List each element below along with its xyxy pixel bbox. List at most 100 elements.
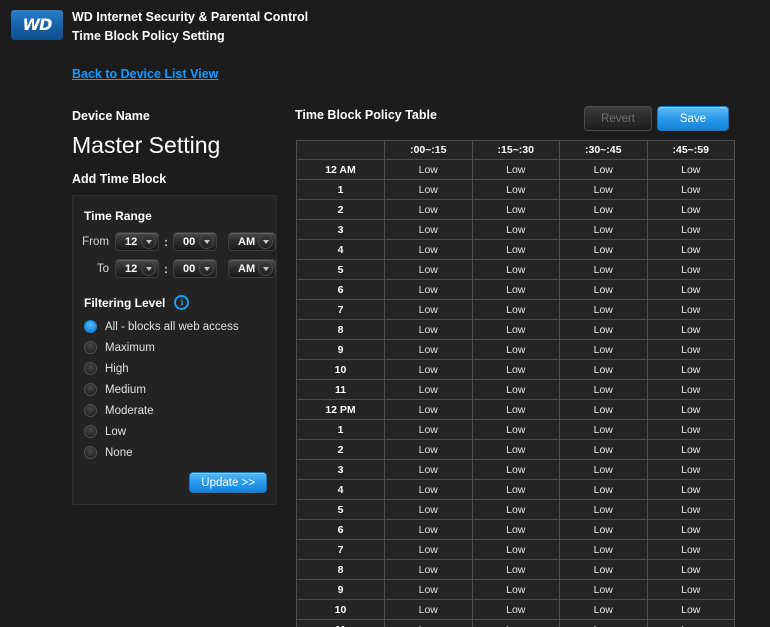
policy-cell[interactable]: Low bbox=[471, 379, 560, 400]
filtering-level-option-6[interactable]: None bbox=[84, 446, 276, 459]
policy-cell[interactable]: Low bbox=[384, 539, 473, 560]
policy-cell[interactable]: Low bbox=[559, 179, 648, 200]
policy-cell[interactable]: Low bbox=[559, 319, 648, 340]
policy-cell[interactable]: Low bbox=[384, 479, 473, 500]
policy-cell[interactable]: Low bbox=[471, 579, 560, 600]
policy-cell[interactable]: Low bbox=[646, 399, 735, 420]
policy-cell[interactable]: Low bbox=[559, 359, 648, 380]
policy-cell[interactable]: Low bbox=[646, 439, 735, 460]
policy-cell[interactable]: Low bbox=[559, 619, 648, 627]
policy-cell[interactable]: Low bbox=[471, 279, 560, 300]
policy-cell[interactable]: Low bbox=[646, 259, 735, 280]
from-meridiem-select[interactable]: AM bbox=[228, 232, 276, 251]
back-to-device-list-link[interactable]: Back to Device List View bbox=[72, 67, 218, 81]
policy-cell[interactable]: Low bbox=[559, 379, 648, 400]
policy-cell[interactable]: Low bbox=[384, 179, 473, 200]
policy-cell[interactable]: Low bbox=[646, 239, 735, 260]
policy-cell[interactable]: Low bbox=[559, 479, 648, 500]
policy-cell[interactable]: Low bbox=[559, 279, 648, 300]
policy-cell[interactable]: Low bbox=[384, 279, 473, 300]
policy-cell[interactable]: Low bbox=[559, 519, 648, 540]
filtering-level-option-4[interactable]: Moderate bbox=[84, 404, 276, 417]
policy-cell[interactable]: Low bbox=[384, 339, 473, 360]
policy-cell[interactable]: Low bbox=[646, 419, 735, 440]
policy-cell[interactable]: Low bbox=[646, 319, 735, 340]
radio-checked-icon[interactable] bbox=[84, 320, 97, 333]
policy-cell[interactable]: Low bbox=[646, 159, 735, 180]
policy-cell[interactable]: Low bbox=[471, 259, 560, 280]
radio-unchecked-icon[interactable] bbox=[84, 425, 97, 438]
policy-cell[interactable]: Low bbox=[646, 279, 735, 300]
filtering-level-option-2[interactable]: High bbox=[84, 362, 276, 375]
policy-cell[interactable]: Low bbox=[471, 459, 560, 480]
policy-cell[interactable]: Low bbox=[646, 459, 735, 480]
policy-cell[interactable]: Low bbox=[646, 359, 735, 380]
policy-cell[interactable]: Low bbox=[384, 359, 473, 380]
policy-cell[interactable]: Low bbox=[646, 299, 735, 320]
policy-cell[interactable]: Low bbox=[384, 459, 473, 480]
policy-cell[interactable]: Low bbox=[471, 239, 560, 260]
policy-cell[interactable]: Low bbox=[384, 399, 473, 420]
policy-cell[interactable]: Low bbox=[559, 599, 648, 620]
policy-cell[interactable]: Low bbox=[471, 539, 560, 560]
policy-cell[interactable]: Low bbox=[471, 299, 560, 320]
policy-cell[interactable]: Low bbox=[559, 419, 648, 440]
radio-unchecked-icon[interactable] bbox=[84, 362, 97, 375]
policy-cell[interactable]: Low bbox=[384, 559, 473, 580]
policy-cell[interactable]: Low bbox=[384, 499, 473, 520]
policy-cell[interactable]: Low bbox=[471, 339, 560, 360]
policy-cell[interactable]: Low bbox=[646, 199, 735, 220]
filtering-level-option-3[interactable]: Medium bbox=[84, 383, 276, 396]
policy-cell[interactable]: Low bbox=[471, 559, 560, 580]
policy-cell[interactable]: Low bbox=[559, 199, 648, 220]
policy-cell[interactable]: Low bbox=[646, 479, 735, 500]
revert-button[interactable]: Revert bbox=[584, 106, 652, 131]
policy-cell[interactable]: Low bbox=[559, 459, 648, 480]
policy-cell[interactable]: Low bbox=[471, 179, 560, 200]
policy-cell[interactable]: Low bbox=[471, 159, 560, 180]
save-button[interactable]: Save bbox=[657, 106, 729, 131]
policy-cell[interactable]: Low bbox=[471, 319, 560, 340]
policy-cell[interactable]: Low bbox=[646, 599, 735, 620]
policy-cell[interactable]: Low bbox=[384, 259, 473, 280]
policy-cell[interactable]: Low bbox=[384, 619, 473, 627]
policy-cell[interactable]: Low bbox=[471, 619, 560, 627]
policy-cell[interactable]: Low bbox=[384, 519, 473, 540]
info-icon[interactable]: i bbox=[174, 295, 190, 310]
from-minute-select[interactable]: 00 bbox=[173, 232, 217, 251]
policy-cell[interactable]: Low bbox=[384, 219, 473, 240]
policy-cell[interactable]: Low bbox=[646, 499, 735, 520]
policy-cell[interactable]: Low bbox=[471, 359, 560, 380]
policy-cell[interactable]: Low bbox=[559, 239, 648, 260]
policy-cell[interactable]: Low bbox=[646, 539, 735, 560]
radio-unchecked-icon[interactable] bbox=[84, 383, 97, 396]
policy-cell[interactable]: Low bbox=[471, 219, 560, 240]
policy-cell[interactable]: Low bbox=[471, 499, 560, 520]
policy-cell[interactable]: Low bbox=[559, 579, 648, 600]
to-minute-select[interactable]: 00 bbox=[173, 259, 217, 278]
policy-cell[interactable]: Low bbox=[384, 379, 473, 400]
policy-cell[interactable]: Low bbox=[559, 159, 648, 180]
policy-cell[interactable]: Low bbox=[384, 599, 473, 620]
policy-cell[interactable]: Low bbox=[471, 439, 560, 460]
to-hour-select[interactable]: 12 bbox=[115, 259, 159, 278]
policy-cell[interactable]: Low bbox=[646, 579, 735, 600]
policy-cell[interactable]: Low bbox=[559, 539, 648, 560]
policy-cell[interactable]: Low bbox=[471, 599, 560, 620]
policy-cell[interactable]: Low bbox=[646, 519, 735, 540]
policy-cell[interactable]: Low bbox=[471, 399, 560, 420]
policy-cell[interactable]: Low bbox=[646, 179, 735, 200]
radio-unchecked-icon[interactable] bbox=[84, 404, 97, 417]
policy-cell[interactable]: Low bbox=[384, 419, 473, 440]
policy-cell[interactable]: Low bbox=[384, 239, 473, 260]
policy-cell[interactable]: Low bbox=[559, 339, 648, 360]
policy-cell[interactable]: Low bbox=[384, 199, 473, 220]
policy-cell[interactable]: Low bbox=[384, 439, 473, 460]
policy-cell[interactable]: Low bbox=[384, 299, 473, 320]
policy-cell[interactable]: Low bbox=[384, 159, 473, 180]
policy-cell[interactable]: Low bbox=[646, 559, 735, 580]
policy-cell[interactable]: Low bbox=[384, 579, 473, 600]
to-meridiem-select[interactable]: AM bbox=[228, 259, 276, 278]
policy-cell[interactable]: Low bbox=[646, 339, 735, 360]
from-hour-select[interactable]: 12 bbox=[115, 232, 159, 251]
